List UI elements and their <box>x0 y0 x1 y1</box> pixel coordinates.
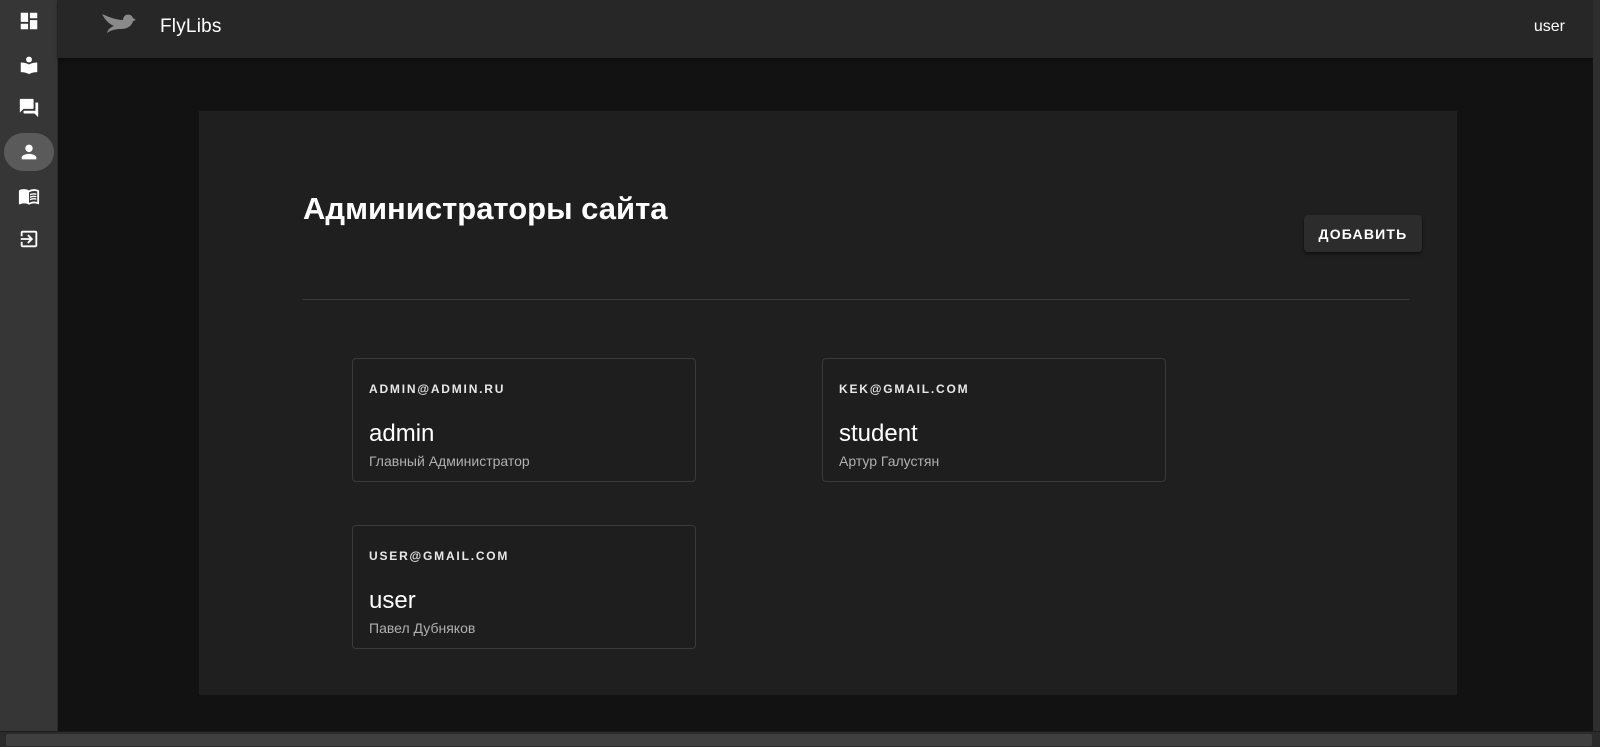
admin-email: admin@admin.ru <box>369 382 506 396</box>
admin-login: admin <box>369 420 435 447</box>
nav-item-forum[interactable] <box>4 89 54 127</box>
horizontal-scrollbar-thumb[interactable] <box>6 734 1592 746</box>
admin-card[interactable]: admin@admin.ru admin Главный Администрат… <box>352 358 696 482</box>
app-title: FlyLibs <box>160 16 222 37</box>
admins-panel: Администраторы сайта ДОБАВИТЬ admin@admi… <box>199 111 1457 695</box>
nav-item-logout[interactable] <box>4 220 54 258</box>
page-title: Администраторы сайта <box>303 191 668 226</box>
admin-login: student <box>839 420 918 447</box>
forum-icon <box>19 98 39 118</box>
current-user-label[interactable]: user <box>1534 18 1565 36</box>
reader-icon <box>20 56 38 75</box>
person-icon <box>21 144 37 160</box>
dashboard-icon <box>20 12 38 30</box>
logout-icon <box>20 230 38 248</box>
nav-item-dashboard[interactable] <box>4 2 54 40</box>
add-admin-button[interactable]: ДОБАВИТЬ <box>1304 215 1422 252</box>
nav-item-books[interactable] <box>4 177 54 215</box>
admin-full-name: Артур Галустян <box>839 453 940 469</box>
nav-item-library[interactable] <box>4 46 54 84</box>
nav-item-admins[interactable] <box>4 133 54 171</box>
app-bar: FlyLibs user <box>58 0 1593 58</box>
admin-login: user <box>369 587 416 614</box>
admin-email: kek@gmail.com <box>839 382 970 396</box>
divider <box>303 299 1409 300</box>
admin-full-name: Павел Дубняков <box>369 620 476 636</box>
horizontal-scrollbar[interactable] <box>0 731 1600 747</box>
bird-logo-icon[interactable] <box>100 10 136 40</box>
admin-full-name: Главный Администратор <box>369 453 530 469</box>
nav-rail <box>0 0 58 731</box>
vertical-scrollbar[interactable] <box>1593 0 1600 731</box>
admin-card[interactable]: user@gmail.com user Павел Дубняков <box>352 525 696 649</box>
admin-card[interactable]: kek@gmail.com student Артур Галустян <box>822 358 1166 482</box>
admin-email: user@gmail.com <box>369 549 510 563</box>
book-open-icon <box>18 189 40 205</box>
